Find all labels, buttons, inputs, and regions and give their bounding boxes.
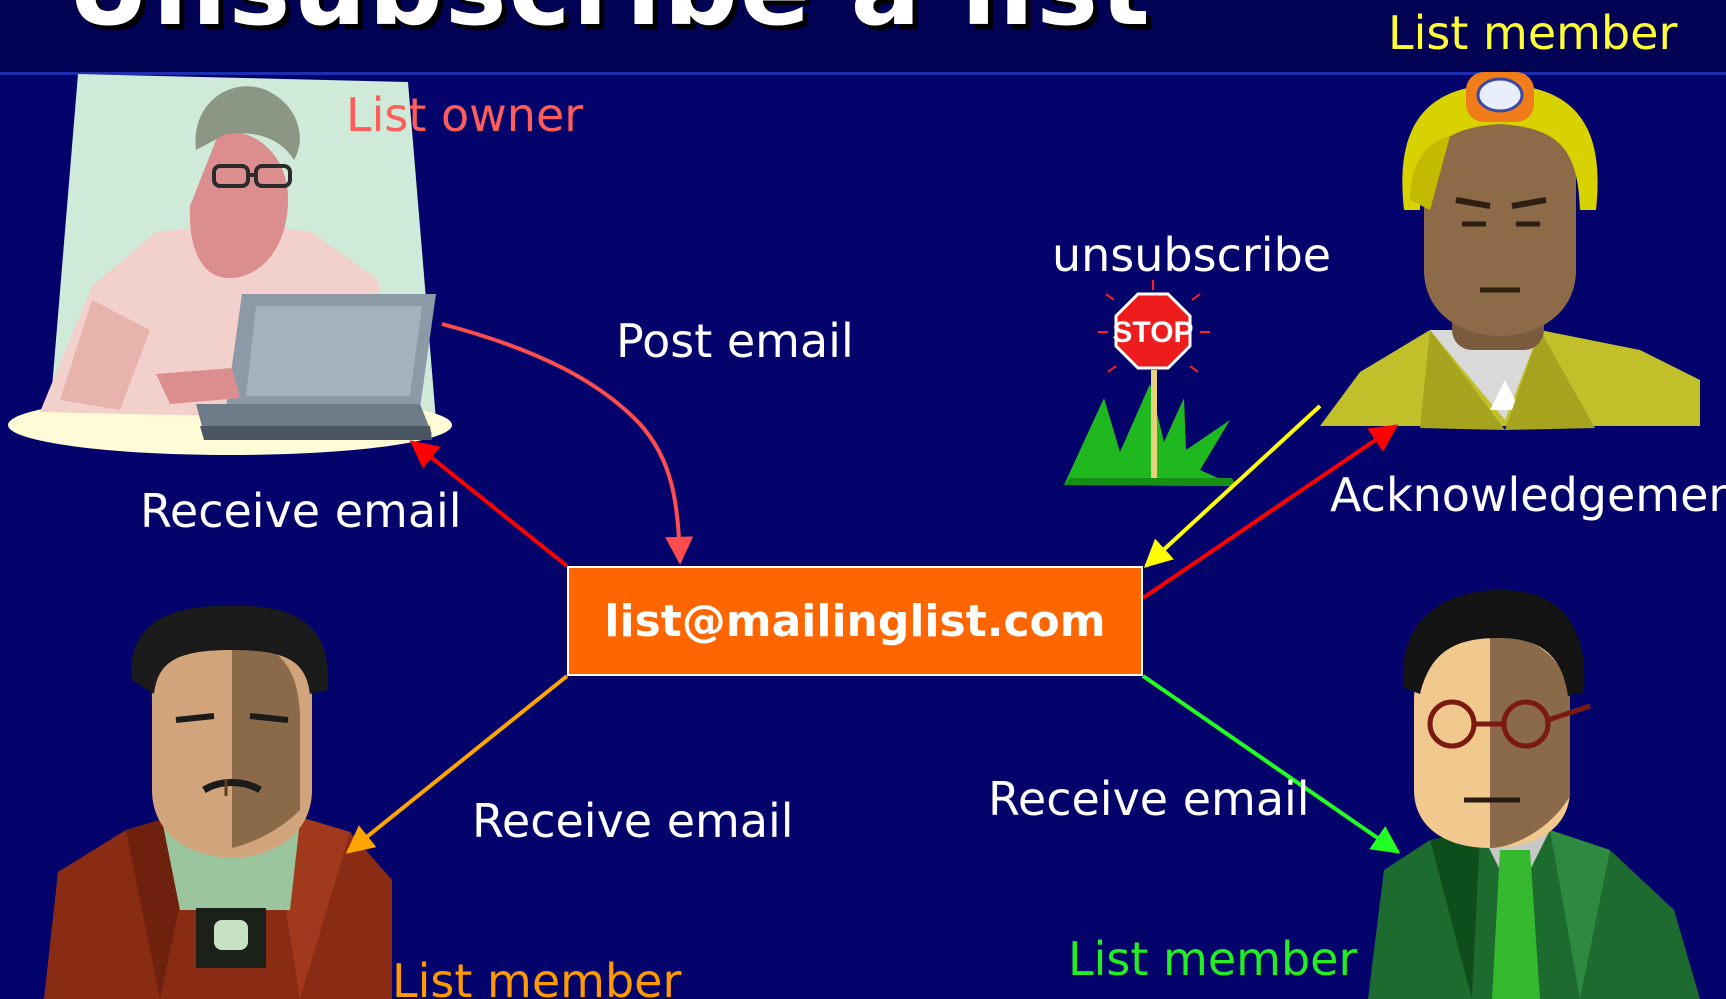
list-owner-label: List owner (346, 88, 584, 142)
slide: Unsubscribe a list (0, 0, 1726, 999)
list-member-miner-illustration (1320, 72, 1700, 430)
post-email-label: Post email (616, 314, 854, 368)
stop-sign-icon (1064, 280, 1236, 486)
list-member-bottom-right-label: List member (1068, 932, 1358, 986)
unsubscribe-label: unsubscribe (1052, 228, 1332, 282)
receive-email-bottom-right-label: Receive email (988, 772, 1310, 826)
acknowledgement-label: Acknowledgement (1330, 468, 1726, 522)
mailing-list-address: list@mailinglist.com (604, 595, 1106, 647)
mailing-list-address-box: list@mailinglist.com (567, 566, 1143, 676)
list-member-bottom-left-label: List member (392, 954, 682, 999)
receive-email-owner-label: Receive email (140, 484, 462, 538)
list-member-left-illustration (44, 605, 392, 999)
list-member-right-illustration (1368, 590, 1700, 999)
receive-email-bottom-left-label: Receive email (472, 794, 794, 848)
list-member-top-label: List member (1388, 6, 1678, 60)
stop-sign-text: STOP (1112, 316, 1193, 349)
